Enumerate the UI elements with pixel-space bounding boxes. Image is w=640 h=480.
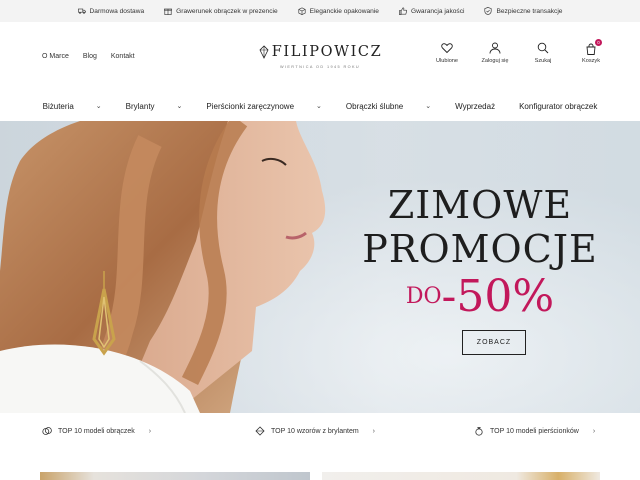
nav-item-sale[interactable]: Wyprzedaż [455, 102, 495, 111]
perk-label: Grawerunek obrączek w prezencie [176, 7, 278, 15]
hero-discount-value: -50% [441, 271, 555, 322]
diamond-logo-icon [259, 45, 269, 59]
rings-icon [42, 427, 52, 435]
nav-item-ring-configurator[interactable]: Konfigurator obrączek [519, 102, 597, 111]
teaser-image-left[interactable] [40, 472, 310, 480]
nav-item-label: Konfigurator obrączek [519, 101, 598, 111]
search-button[interactable]: Szukaj [528, 42, 558, 64]
truck-icon [77, 8, 86, 14]
hero-promo-text: ZIMOWE PROMOCJE DO-50% [330, 183, 630, 332]
chevron-down-icon: ⌄ [176, 103, 183, 110]
brand-wordmark: FILIPOWICZ [258, 44, 383, 60]
hero-title-line2: PROMOCJE [362, 227, 598, 271]
heart-icon [441, 43, 453, 54]
nav-item-label: Obrączki ślubne [345, 101, 404, 111]
brand-tagline: WIERTNICA OD 1945 ROKU [279, 65, 361, 69]
hero-cta-button[interactable]: ZOBACZ [462, 330, 526, 355]
login-button[interactable]: Zaloguj się [480, 42, 510, 64]
cart-icon-wrap: 0 [585, 39, 602, 55]
site-header: O Marce Blog Kontakt FILIPOWICZ WIERTNIC… [0, 22, 640, 92]
chevron-down-icon: ⌄ [316, 103, 322, 110]
perk-label: Bezpieczne transakcje [496, 7, 563, 15]
nav-item-diamonds[interactable]: Brylanty ⌄ [126, 102, 183, 111]
gift-icon [164, 8, 173, 15]
chevron-down-icon: ⌄ [425, 103, 432, 110]
ring-icon [475, 427, 483, 436]
header-tools: Ulubione Zaloguj się Szukaj 0 Koszyk [432, 39, 606, 64]
nav-item-label: Wyprzedaż [455, 101, 496, 111]
diamond-icon [255, 426, 265, 436]
search-icon [537, 42, 549, 54]
hero-title-line1: ZIMOWE [387, 183, 573, 227]
top10-label: TOP 10 modeli pierścionków [490, 427, 579, 435]
chevron-down-icon: ⌄ [95, 103, 102, 110]
top10-wedding-rings-link[interactable]: TOP 10 modeli obrączek › [42, 426, 151, 436]
user-icon [489, 42, 501, 54]
category-teasers [0, 450, 640, 480]
nav-item-engagement-rings[interactable]: Pierścionki zaręczynowe ⌄ [206, 102, 321, 111]
shield-icon [484, 7, 493, 15]
login-label: Zaloguj się [481, 58, 509, 64]
package-icon [298, 7, 306, 15]
perk-engraving: Grawerunek obrączek w prezencie [164, 7, 278, 15]
hero-banner[interactable]: ZIMOWE PROMOCJE DO-50% ZOBACZ [0, 121, 640, 413]
perk-label: Eleganckie opakowanie [309, 7, 379, 15]
chevron-right-icon: › [592, 427, 596, 435]
nav-item-label: Pierścionki zaręczynowe [206, 101, 295, 111]
chevron-right-icon: › [148, 427, 152, 435]
teaser-image-right[interactable] [322, 472, 600, 480]
thumbs-up-icon [399, 7, 407, 15]
perks-bar: Darmowa dostawa Grawerunek obrączek w pr… [0, 0, 640, 22]
nav-item-wedding-rings[interactable]: Obrączki ślubne ⌄ [346, 102, 431, 111]
brand-name: FILIPOWICZ [271, 44, 383, 60]
top10-diamond-link[interactable]: TOP 10 wzorów z brylantem › [255, 426, 375, 436]
nav-item-label: Biżuteria [42, 101, 74, 111]
perk-label: Gwarancja jakości [410, 7, 465, 15]
cart-count-badge: 0 [595, 39, 602, 46]
perk-shipping: Darmowa dostawa [77, 7, 145, 15]
perk-packaging: Eleganckie opakowanie [298, 7, 379, 15]
chevron-right-icon: › [372, 427, 376, 435]
perk-warranty: Gwarancja jakości [399, 7, 465, 15]
top10-label: TOP 10 wzorów z brylantem [271, 427, 359, 435]
search-label: Szukaj [534, 58, 552, 64]
perk-secure: Bezpieczne transakcje [484, 7, 562, 15]
hero-discount-prefix: DO [405, 284, 442, 309]
top10-rings-link[interactable]: TOP 10 modeli pierścionków › [474, 426, 595, 436]
favorites-label: Ulubione [435, 58, 459, 64]
hero-discount: DO-50% [330, 271, 630, 332]
top10-bar: TOP 10 modeli obrączek › TOP 10 wzorów z… [0, 414, 640, 450]
nav-item-label: Brylanty [125, 101, 155, 111]
perk-label: Darmowa dostawa [89, 7, 145, 15]
nav-item-jewelry[interactable]: Biżuteria ⌄ [43, 102, 102, 111]
favorites-button[interactable]: Ulubione [432, 42, 462, 64]
main-nav: Biżuteria ⌄ Brylanty ⌄ Pierścionki zaręc… [0, 92, 640, 120]
top10-label: TOP 10 modeli obrączek [58, 427, 135, 435]
cart-label: Koszyk [581, 58, 601, 64]
cart-button[interactable]: 0 Koszyk [576, 39, 606, 64]
